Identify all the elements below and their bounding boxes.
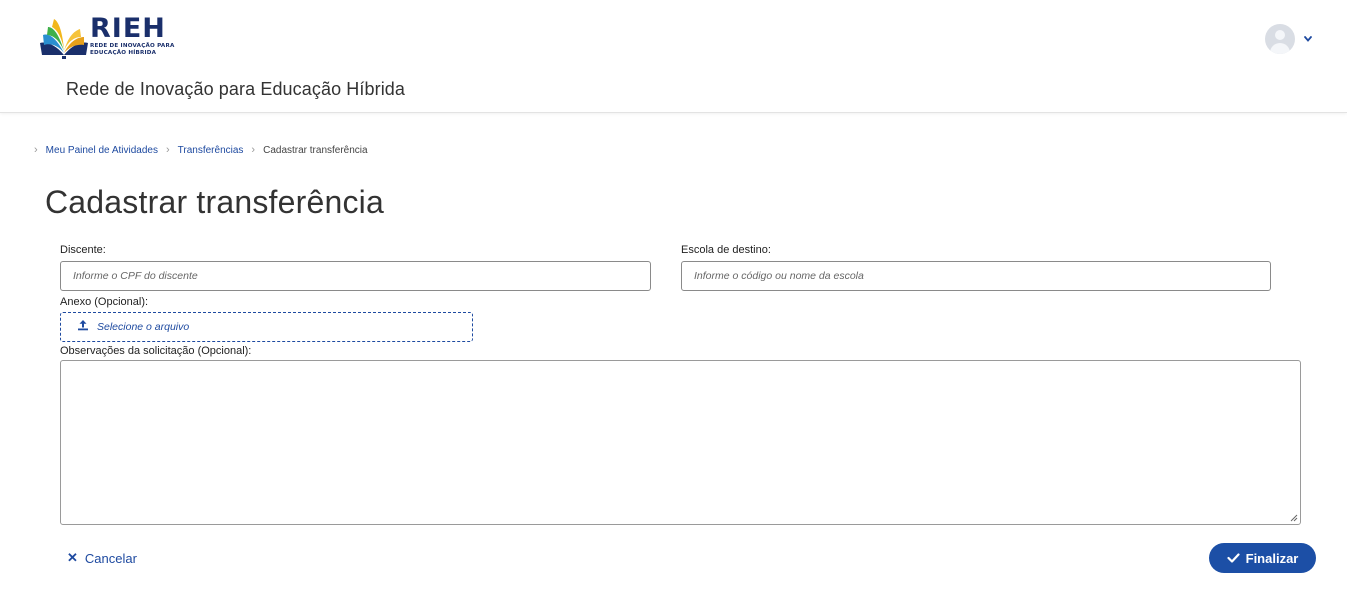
finish-button[interactable]: Finalizar <box>1209 543 1316 573</box>
breadcrumb-current: Cadastrar transferência <box>263 144 368 156</box>
chevron-down-icon <box>1303 34 1313 44</box>
check-icon <box>1227 553 1240 563</box>
escola-destino-label: Escola de destino: <box>681 244 771 256</box>
cancel-button[interactable]: ✕ Cancelar <box>67 550 137 566</box>
file-select-label: Selecione o arquivo <box>97 321 190 333</box>
book-logo-icon <box>40 19 88 59</box>
escola-destino-input[interactable] <box>681 261 1271 291</box>
logo-text: RIEH REDE DE INOVAÇÃO PARA EDUCAÇÃO HÍBR… <box>90 15 175 57</box>
breadcrumb-separator-icon: › <box>251 144 256 156</box>
rieh-logo[interactable]: RIEH REDE DE INOVAÇÃO PARA EDUCAÇÃO HÍBR… <box>40 15 180 63</box>
user-menu-toggle[interactable] <box>1265 24 1313 54</box>
anexo-label: Anexo (Opcional): <box>60 296 149 308</box>
observacoes-textarea[interactable] <box>60 360 1301 525</box>
discente-label: Discente: <box>60 244 106 256</box>
file-select-button[interactable]: Selecione o arquivo <box>60 312 473 342</box>
logo-subtitle-line2: EDUCAÇÃO HÍBRIDA <box>90 50 157 56</box>
cancel-label: Cancelar <box>84 550 137 566</box>
breadcrumb-item-painel[interactable]: Meu Painel de Atividades <box>46 145 158 156</box>
logo-subtitle-line1: REDE DE INOVAÇÃO PARA <box>90 43 175 49</box>
user-avatar-icon <box>1265 24 1295 54</box>
page-title: Cadastrar transferência <box>45 184 384 220</box>
observacoes-label: Observações da solicitação (Opcional): <box>60 345 252 357</box>
discente-cpf-input[interactable] <box>60 261 651 291</box>
breadcrumb-item-transferencias[interactable]: Transferências <box>178 145 244 156</box>
upload-icon <box>77 318 89 336</box>
breadcrumb: › Meu Painel de Atividades › Transferênc… <box>34 144 368 156</box>
finish-label: Finalizar <box>1245 550 1299 566</box>
site-header: RIEH REDE DE INOVAÇÃO PARA EDUCAÇÃO HÍBR… <box>0 0 1347 113</box>
logo-title: RIEH <box>90 13 166 44</box>
breadcrumb-separator-icon: › <box>165 144 170 156</box>
close-icon: ✕ <box>67 550 78 565</box>
breadcrumb-separator-icon: › <box>34 144 38 156</box>
resize-grip-icon[interactable] <box>1290 514 1298 522</box>
site-name: Rede de Inovação para Educação Híbrida <box>66 79 406 99</box>
